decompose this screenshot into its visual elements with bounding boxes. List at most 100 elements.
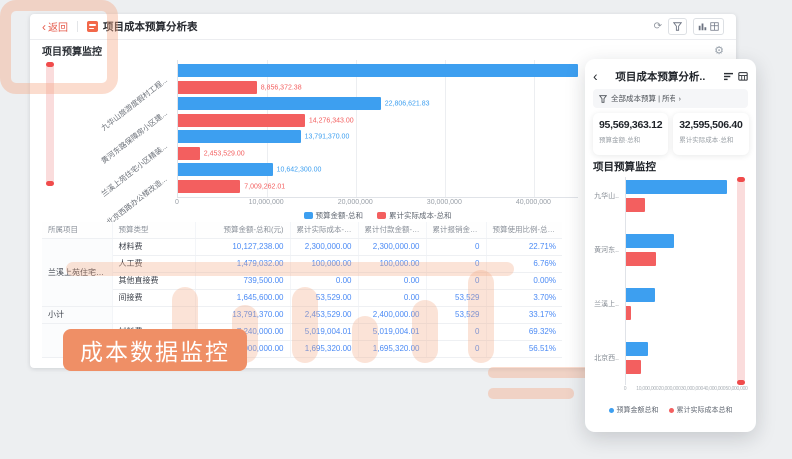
cell-value[interactable]: 3.70% bbox=[486, 290, 562, 307]
cell-value[interactable]: 13,791,370.00 bbox=[195, 307, 290, 324]
bar-actual-3[interactable]: 7,009,262.01 bbox=[178, 180, 240, 193]
cell-budget-type: 材料费 bbox=[112, 239, 195, 256]
cell-value[interactable]: 33.17% bbox=[486, 307, 562, 324]
cell-value[interactable]: 0 bbox=[426, 341, 486, 358]
cell-value[interactable]: 22.71% bbox=[486, 239, 562, 256]
panel-chart-scrollbar[interactable] bbox=[737, 177, 745, 385]
cell-value[interactable]: 6.76% bbox=[486, 256, 562, 273]
bar-value-label: 14,276,343.00 bbox=[309, 117, 354, 124]
cell-value[interactable]: 1,645,600.00 bbox=[195, 290, 290, 307]
cell-project: 兰溪上苑住宅小区精装修第... bbox=[42, 239, 112, 307]
cell-value[interactable]: 53,529 bbox=[426, 307, 486, 324]
bar-actual-0[interactable] bbox=[626, 198, 645, 212]
cell-value[interactable]: 2,400,000.00 bbox=[358, 307, 426, 324]
bar-value-label: 13,791,370.00 bbox=[305, 133, 350, 140]
cell-value[interactable]: 739,500.00 bbox=[195, 273, 290, 290]
table-row: 小计13,791,370.002,453,529.002,400,000.005… bbox=[42, 307, 562, 324]
sort-list-icon[interactable] bbox=[723, 72, 734, 81]
bar-actual-0[interactable]: 8,856,372.38 bbox=[178, 81, 257, 94]
scrollbar-bottom-handle[interactable] bbox=[737, 380, 745, 385]
panel-back-icon[interactable]: ‹ bbox=[593, 69, 598, 83]
filter-button[interactable] bbox=[668, 18, 687, 35]
cell-value[interactable]: 1,695,320.00 bbox=[358, 341, 426, 358]
column-header: 预算类型 bbox=[112, 222, 195, 239]
axis-tick-label: 0 bbox=[175, 199, 179, 206]
chart-section-header: 项目预算监控 ⚙ bbox=[30, 40, 736, 60]
bar-budget-3[interactable] bbox=[626, 342, 648, 356]
cell-value[interactable]: 0.00 bbox=[358, 273, 426, 290]
bar-budget-3[interactable]: 10,642,300.00 bbox=[178, 163, 273, 176]
bar-value-label: 22,806,621.83 bbox=[385, 100, 430, 107]
cell-value[interactable]: 5,019,004.01 bbox=[290, 324, 358, 341]
cell-value[interactable]: 0 bbox=[426, 239, 486, 256]
gear-icon[interactable]: ⚙ bbox=[714, 44, 724, 57]
chevron-right-icon: › bbox=[679, 94, 743, 103]
bar-budget-0[interactable] bbox=[626, 180, 727, 194]
cell-value[interactable]: 0.00 bbox=[358, 290, 426, 307]
cell-value[interactable]: 56.51% bbox=[486, 341, 562, 358]
view-settings-button[interactable] bbox=[693, 18, 724, 35]
gridline bbox=[534, 60, 535, 197]
watermark-line bbox=[488, 388, 574, 399]
cell-value[interactable]: 100,000.00 bbox=[290, 256, 358, 273]
bar-actual-2[interactable]: 2,453,529.00 bbox=[178, 147, 200, 160]
axis-tick-label: 30,000,000 bbox=[427, 199, 462, 206]
cell-value[interactable]: 0.00% bbox=[486, 273, 562, 290]
cell-value[interactable]: 0 bbox=[426, 324, 486, 341]
column-header: 累计实际成本-总和(元) bbox=[290, 222, 358, 239]
cell-value[interactable]: 0 bbox=[426, 273, 486, 290]
cell-value[interactable]: 2,300,000.00 bbox=[290, 239, 358, 256]
cell-value[interactable]: 5,019,004.01 bbox=[358, 324, 426, 341]
chart-section-title: 项目预算监控 bbox=[42, 43, 102, 58]
scrollbar-top-handle[interactable] bbox=[737, 177, 745, 182]
legend-item-actual[interactable]: 累计实际成本-总和 bbox=[377, 210, 452, 221]
bar-budget-2[interactable]: 13,791,370.00 bbox=[178, 130, 301, 143]
bar-budget-1[interactable]: 22,806,621.83 bbox=[178, 97, 381, 110]
back-button[interactable]: ‹ 返回 bbox=[42, 19, 68, 34]
bar-budget-0[interactable] bbox=[178, 64, 578, 77]
refresh-icon[interactable]: ⟳ bbox=[654, 22, 662, 32]
header-toolbar: ⟳ bbox=[654, 18, 724, 35]
funnel-icon bbox=[673, 22, 682, 31]
cell-value[interactable]: 0.00 bbox=[290, 273, 358, 290]
gridline bbox=[267, 60, 268, 197]
cell-budget-type bbox=[112, 307, 195, 324]
panel-filter-bar[interactable]: 全部成本预算 | 所有时间 | 等于已通过 › bbox=[593, 89, 748, 108]
axis-category-label: 北京西.. bbox=[594, 353, 619, 363]
bar-actual-3[interactable] bbox=[626, 360, 641, 374]
cell-budget-type: 间接费 bbox=[112, 290, 195, 307]
column-header: 预算使用比例-总和(%) bbox=[486, 222, 562, 239]
axis-tick-label: 10,000,000 bbox=[249, 199, 284, 206]
calendar-grid-icon[interactable] bbox=[738, 71, 748, 81]
axis-tick-label: 50,000,000 bbox=[726, 386, 748, 392]
cell-value[interactable]: 1,695,320.00 bbox=[290, 341, 358, 358]
bar-actual-2[interactable] bbox=[626, 306, 631, 320]
cell-value[interactable]: 2,300,000.00 bbox=[358, 239, 426, 256]
cell-value[interactable]: 53,529 bbox=[426, 290, 486, 307]
mobile-preview-panel: ‹ 项目成本预算分析.. 全部成本预算 | 所有时间 | 等于已通过 › 95,… bbox=[585, 59, 756, 432]
cell-value[interactable]: 1,479,032.00 bbox=[195, 256, 290, 273]
panel-section-title: 项目预算监控 bbox=[593, 159, 656, 174]
gridline bbox=[445, 60, 446, 197]
table-row: 兰溪上苑住宅小区精装修第...材料费10,127,238.002,300,000… bbox=[42, 239, 562, 256]
bar-budget-1[interactable] bbox=[626, 234, 674, 248]
cell-value[interactable]: 69.32% bbox=[486, 324, 562, 341]
bar-budget-2[interactable] bbox=[626, 288, 655, 302]
legend-swatch bbox=[669, 408, 674, 413]
bar-value-label: 10,642,300.00 bbox=[277, 166, 322, 173]
cell-value[interactable]: 100,000.00 bbox=[358, 256, 426, 273]
legend-item-budget[interactable]: 预算金额总和 bbox=[609, 405, 659, 415]
chart-plot-area: 22,806,621.83 13,791,370.00 10,642,300.00 8… bbox=[177, 60, 578, 198]
cell-value[interactable]: 53,529.00 bbox=[290, 290, 358, 307]
bar-actual-1[interactable]: 14,276,343.00 bbox=[178, 114, 305, 127]
cell-value[interactable]: 10,127,238.00 bbox=[195, 239, 290, 256]
legend-item-actual[interactable]: 累计实际成本总和 bbox=[669, 405, 733, 415]
column-header: 累计付款金额-总和(元) bbox=[358, 222, 426, 239]
legend-item-budget[interactable]: 预算金额-总和 bbox=[304, 210, 364, 221]
cell-value[interactable]: 2,453,529.00 bbox=[290, 307, 358, 324]
header-divider bbox=[77, 21, 78, 32]
bar-actual-1[interactable] bbox=[626, 252, 656, 266]
axis-category-label: 黄河东.. bbox=[594, 245, 619, 255]
panel-chart-legend: 预算金额总和累计实际成本总和 bbox=[585, 405, 756, 415]
cell-value[interactable]: 0 bbox=[426, 256, 486, 273]
